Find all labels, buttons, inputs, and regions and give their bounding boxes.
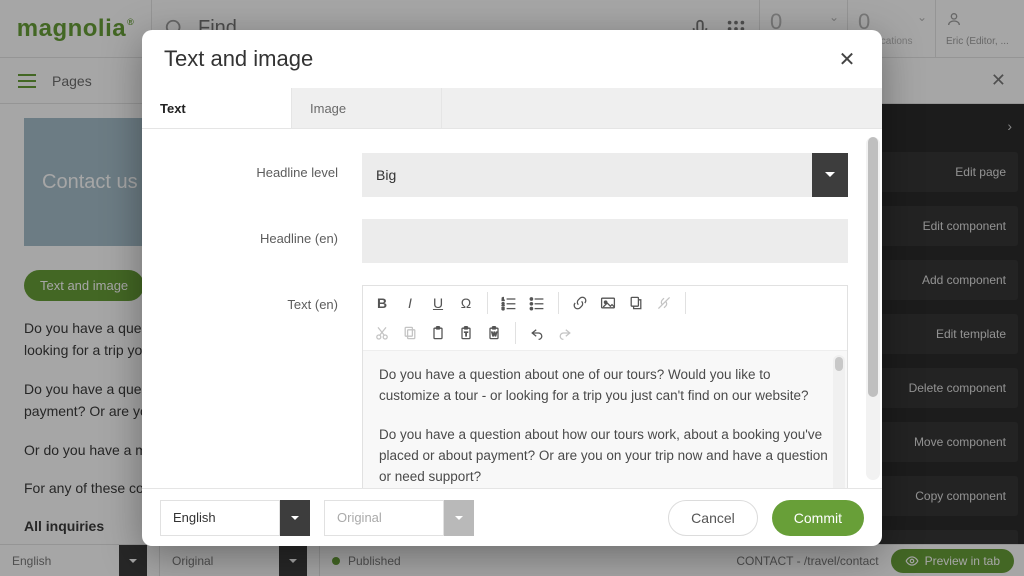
svg-text:T: T xyxy=(464,332,468,338)
svg-text:3: 3 xyxy=(502,306,505,311)
dialog-language-select[interactable]: English xyxy=(160,500,310,536)
underline-icon[interactable]: U xyxy=(425,290,451,316)
edit-component-dialog: Text and image ✕ Text Image Headline lev… xyxy=(142,30,882,546)
link-icon[interactable] xyxy=(567,290,593,316)
ordered-list-icon[interactable]: 123 xyxy=(496,290,522,316)
paste-icon[interactable] xyxy=(425,320,451,346)
dialog-variant-select[interactable]: Original xyxy=(324,500,474,536)
rich-text-area[interactable]: Do you have a question about one of our … xyxy=(363,351,847,488)
tab-image[interactable]: Image xyxy=(292,88,442,128)
cut-icon[interactable] xyxy=(369,320,395,346)
undo-icon[interactable] xyxy=(524,320,550,346)
redo-icon[interactable] xyxy=(552,320,578,346)
cancel-button[interactable]: Cancel xyxy=(668,500,758,536)
unlink-icon[interactable] xyxy=(651,290,677,316)
commit-button[interactable]: Commit xyxy=(772,500,864,536)
chevron-down-icon xyxy=(444,500,474,536)
unordered-list-icon[interactable] xyxy=(524,290,550,316)
svg-text:W: W xyxy=(492,332,498,338)
dialog-title: Text and image xyxy=(164,46,313,72)
tab-text[interactable]: Text xyxy=(142,88,292,128)
paste-text-icon[interactable]: T xyxy=(453,320,479,346)
paste-word-icon[interactable]: W xyxy=(481,320,507,346)
headline-level-select[interactable]: Big xyxy=(362,153,848,197)
label-headline-level: Headline level xyxy=(142,153,362,180)
headline-input[interactable] xyxy=(362,219,848,263)
label-text: Text (en) xyxy=(142,285,362,312)
bold-icon[interactable]: B xyxy=(369,290,395,316)
close-dialog-button[interactable]: ✕ xyxy=(834,46,860,72)
image-link-icon[interactable] xyxy=(595,290,621,316)
chevron-down-icon xyxy=(280,500,310,536)
italic-icon[interactable]: I xyxy=(397,290,423,316)
omega-icon[interactable]: Ω xyxy=(453,290,479,316)
rich-text-editor: B I U Ω 123 xyxy=(362,285,848,488)
label-headline: Headline (en) xyxy=(142,219,362,246)
chevron-down-icon xyxy=(812,153,848,197)
internal-link-icon[interactable] xyxy=(623,290,649,316)
copy-icon[interactable] xyxy=(397,320,423,346)
